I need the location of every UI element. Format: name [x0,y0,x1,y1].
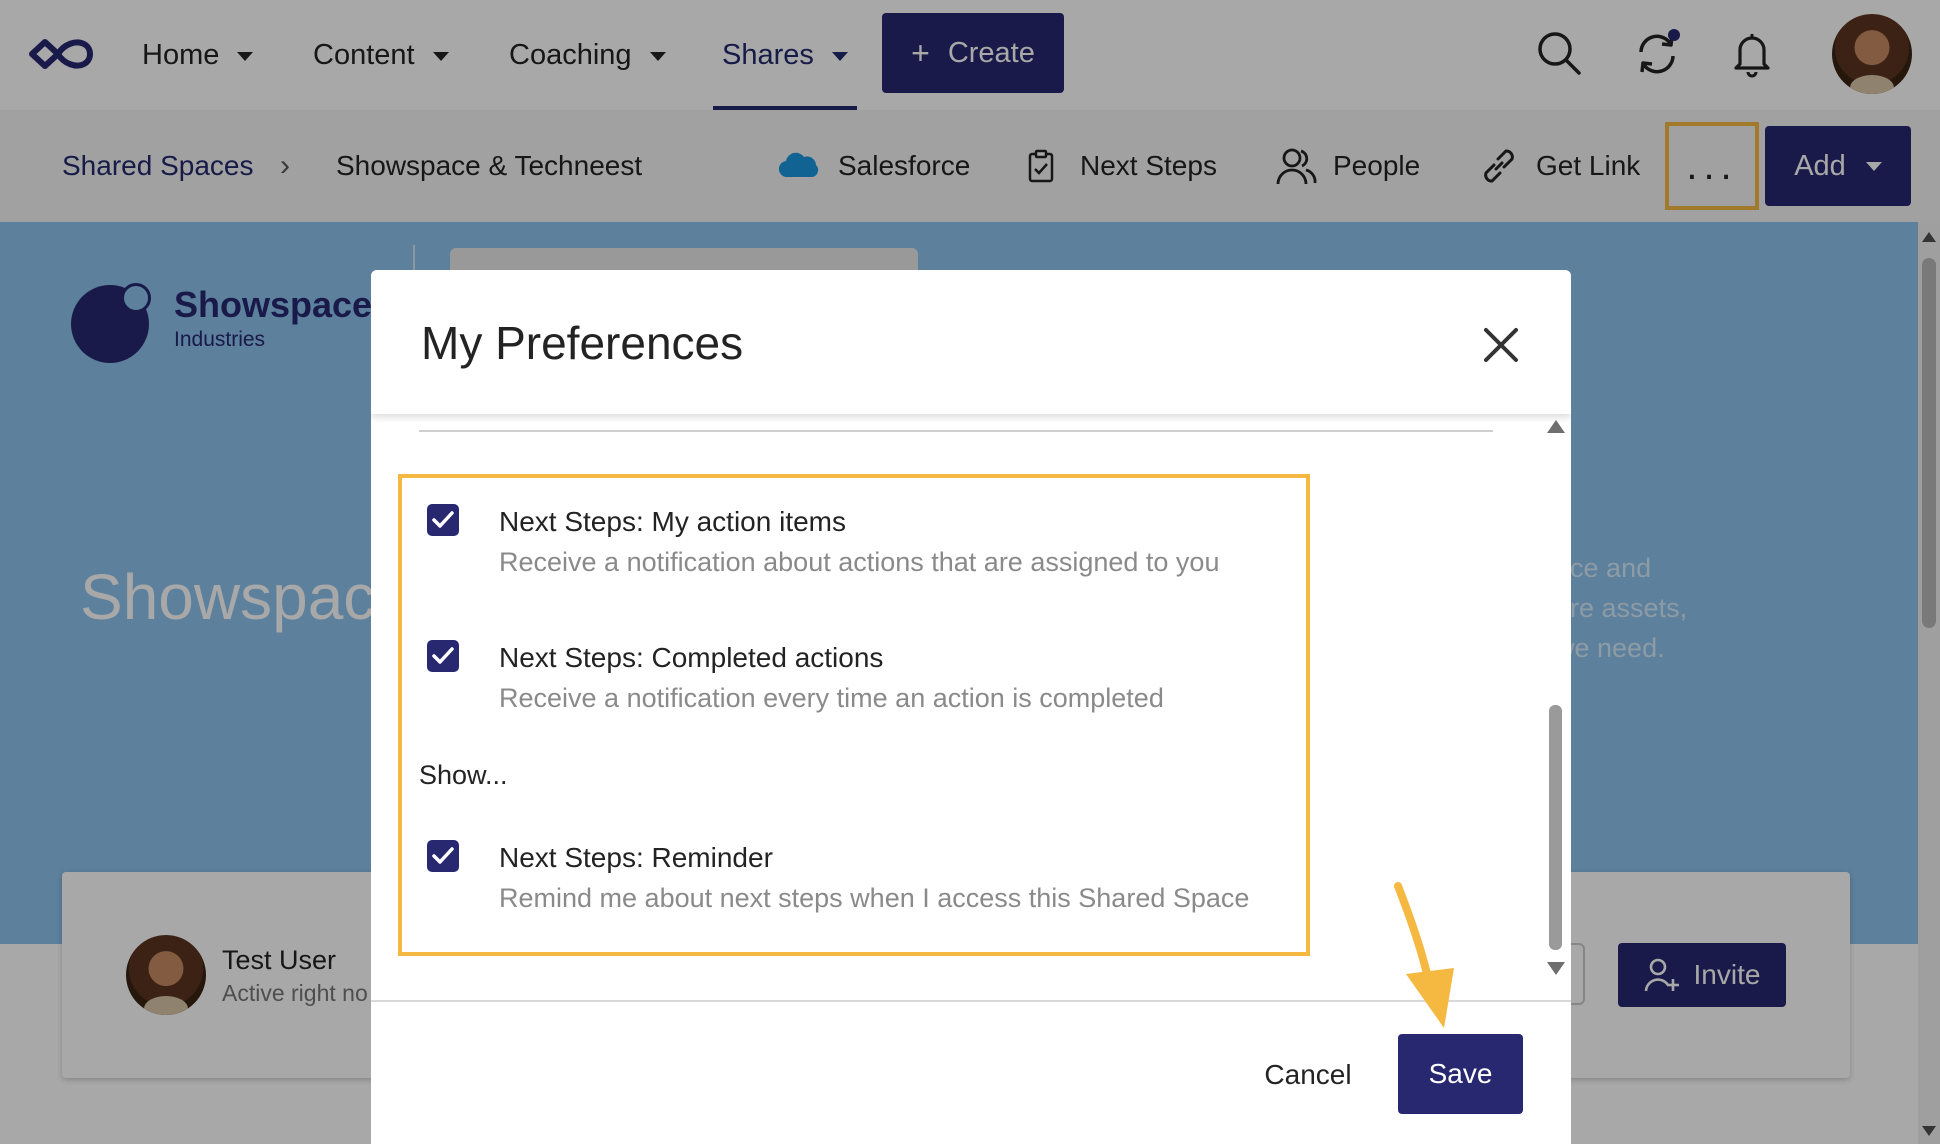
show-section-label: Show... [419,760,508,790]
save-button[interactable]: Save [1398,1034,1523,1114]
modal-header: My Preferences [371,270,1571,414]
preference-title: Next Steps: My action items [499,506,847,537]
preference-description: Receive a notification about actions tha… [499,547,1220,577]
preference-description: Receive a notification every time an act… [499,683,1164,713]
cancel-button[interactable]: Cancel [1238,1040,1378,1110]
checkmark-icon [432,847,454,864]
preference-title: Next Steps: Reminder [499,842,773,873]
checkmark-icon [432,511,454,528]
pointer-arrow-icon [1394,882,1454,1028]
close-icon[interactable] [1476,320,1526,370]
checkmark-icon [432,647,454,664]
scroll-thumb[interactable] [1549,705,1562,950]
checkbox-reminder[interactable] [427,840,459,872]
preference-description: Remind me about next steps when I access… [499,883,1250,913]
scroll-down-icon[interactable] [1547,962,1565,975]
section-divider [419,430,1493,432]
checkbox-my-action-items[interactable] [427,504,459,536]
checkbox-completed-actions[interactable] [427,640,459,672]
scroll-up-icon[interactable] [1547,420,1565,433]
preference-title: Next Steps: Completed actions [499,642,884,673]
modal-title: My Preferences [421,317,744,369]
modal-scrollbar[interactable] [1544,140,1566,980]
